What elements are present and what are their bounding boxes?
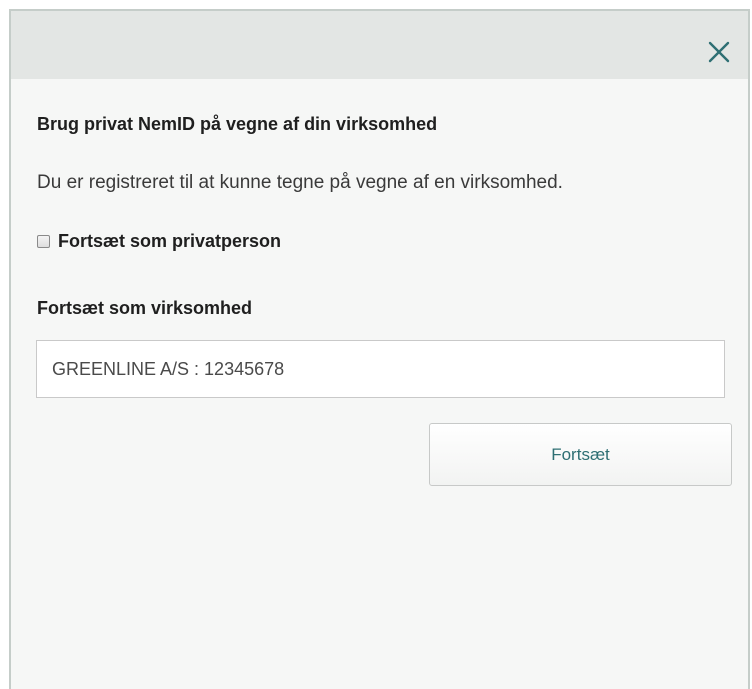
- dialog-heading: Brug privat NemID på vegne af din virkso…: [37, 114, 438, 134]
- close-icon: [708, 41, 730, 63]
- private-person-label: Fortsæt som privatperson: [58, 231, 282, 251]
- dialog-titlebar: [11, 11, 748, 79]
- close-button[interactable]: [704, 37, 734, 67]
- nemid-dialog: Brug privat NemID på vegne af din virkso…: [9, 9, 750, 689]
- private-person-option[interactable]: Fortsæt som privatperson: [37, 231, 281, 252]
- continue-button[interactable]: Fortsæt: [429, 423, 732, 486]
- company-select[interactable]: GREENLINE A/S : 12345678: [36, 340, 725, 398]
- company-section-label: Fortsæt som virksomhed: [37, 298, 253, 318]
- private-person-checkbox[interactable]: [37, 235, 50, 248]
- dialog-description: Du er registreret til at kunne tegne på …: [37, 172, 563, 193]
